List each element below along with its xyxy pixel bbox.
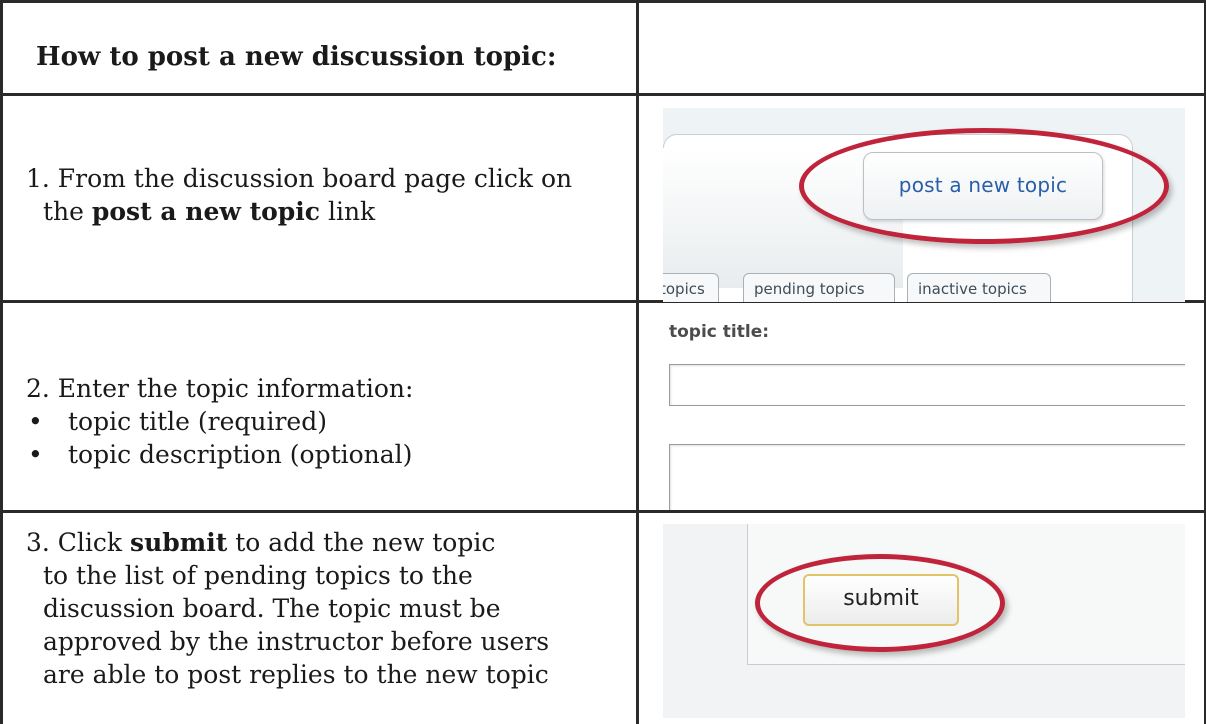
step-3-line: 3. Click submit to add the new topic <box>26 526 549 559</box>
tab-inactive-topics[interactable]: inactive topics <box>907 273 1051 302</box>
step-1-text: 1. From the discussion board page click … <box>26 162 572 228</box>
step-1-line: 1. From the discussion board page click … <box>26 164 573 193</box>
topic-title-label: topic title: <box>669 322 770 342</box>
bullet-icon: • <box>28 440 43 469</box>
topic-title-input[interactable] <box>669 364 1185 406</box>
step-3-line: discussion board. The topic must be <box>43 594 501 623</box>
step-3-line: approved by the instructor before users <box>43 627 550 656</box>
tab-pending-topics[interactable]: pending topics <box>743 273 895 302</box>
step-3-text: 3. Click submit to add the new topic to … <box>26 526 549 691</box>
step-3-line: to the list of pending topics to the <box>43 561 473 590</box>
bullet-icon: • <box>28 407 43 436</box>
topic-form-screenshot: topic title: <box>663 316 1185 510</box>
table-column-divider <box>636 0 639 724</box>
step-1-text-segment: link <box>320 197 376 226</box>
topic-description-textarea[interactable] <box>669 444 1185 510</box>
submit-emphasis: submit <box>130 528 228 557</box>
bullet-text: topic title (required) <box>68 407 327 436</box>
table-border-top <box>0 0 1206 3</box>
bullet-item: • topic description (optional) <box>26 438 413 471</box>
table-row-divider <box>0 93 1206 96</box>
tab-topics[interactable]: topics <box>663 273 719 302</box>
table-border-left <box>0 0 3 724</box>
post-topic-emphasis: post a new topic <box>91 197 321 226</box>
step-3-text-segment: 3. Click <box>26 528 131 557</box>
step-3-text-segment: to add the new topic <box>227 528 496 557</box>
step-1-text-segment: the <box>43 197 92 226</box>
step-3-line: are able to post replies to the new topi… <box>43 660 549 689</box>
submit-screenshot: submit <box>663 524 1185 718</box>
post-topic-screenshot: post a new topic topics pending topics i… <box>663 108 1185 302</box>
table-row-divider <box>0 510 1206 513</box>
step-2-text: 2. Enter the topic information: • topic t… <box>26 372 413 471</box>
bullet-item: • topic title (required) <box>26 405 413 438</box>
highlight-circle-icon <box>799 128 1169 244</box>
highlight-circle-icon <box>755 554 1005 652</box>
instructions-table: How to post a new discussion topic: 1. F… <box>0 0 1206 724</box>
bullet-text: topic description (optional) <box>68 440 413 469</box>
table-heading: How to post a new discussion topic: <box>36 42 557 72</box>
step-1-line: the post a new topic link <box>26 195 572 228</box>
step-2-intro: 2. Enter the topic information: <box>26 374 414 403</box>
